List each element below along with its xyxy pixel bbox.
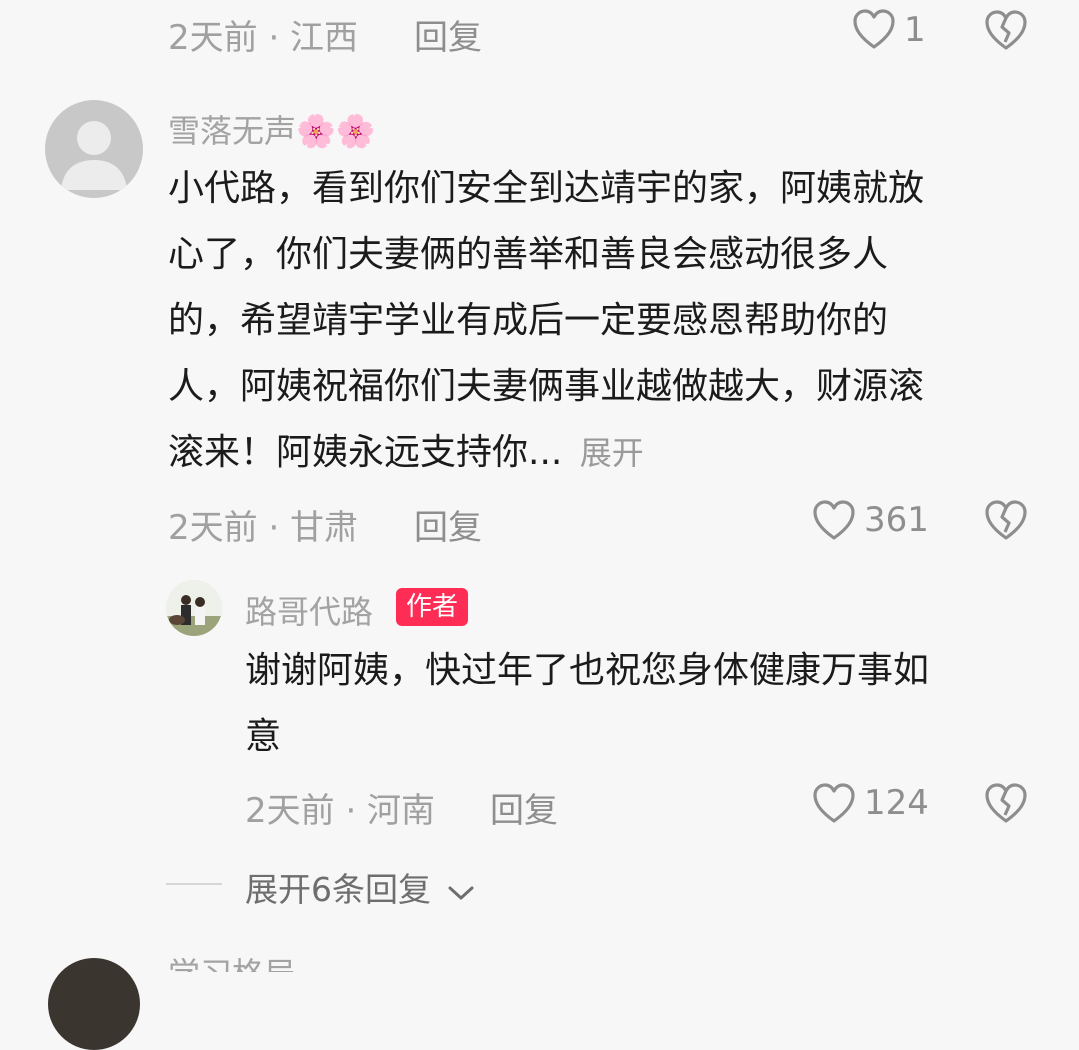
reply-button[interactable]: 回复 xyxy=(490,783,558,832)
comment-meta: 2天前 · 江西 xyxy=(168,18,359,58)
reply-button[interactable]: 回复 xyxy=(414,500,482,549)
dislike-button[interactable] xyxy=(984,782,1028,824)
comment-text-line: 滚来！阿姨永远支持你... xyxy=(168,432,563,473)
comment-text: 小代路，看到你们安全到达靖宇的家，阿姨就放 心了，你们夫妻俩的善举和善良会感动很… xyxy=(168,156,1048,486)
comment-text-last-line: 滚来！阿姨永远支持你... 展开 xyxy=(168,420,1048,486)
like-count: 124 xyxy=(864,783,929,823)
chevron-down-icon xyxy=(446,872,476,911)
reply-text: 谢谢阿姨，快过年了也祝您身体健康万事如 意 xyxy=(245,638,1045,770)
comment-text-line: 小代路，看到你们安全到达靖宇的家，阿姨就放 xyxy=(168,168,925,209)
author-badge: 作者 xyxy=(396,588,469,626)
broken-heart-icon xyxy=(984,9,1028,51)
like-button[interactable] xyxy=(812,782,856,824)
comment-meta: 2天前 · 甘肃 xyxy=(168,508,359,548)
like-button[interactable] xyxy=(852,8,896,50)
broken-heart-icon xyxy=(984,499,1028,541)
expand-replies-button[interactable]: 展开6条回复 xyxy=(245,863,476,911)
heart-icon xyxy=(852,8,896,50)
expand-replies-divider xyxy=(166,883,222,885)
reply-username[interactable]: 路哥代路 xyxy=(245,587,373,633)
expand-text-link[interactable]: 展开 xyxy=(580,434,644,472)
reply-meta: 2天前 · 河南 xyxy=(245,791,436,831)
dislike-button[interactable] xyxy=(984,499,1028,541)
dislike-button[interactable] xyxy=(984,9,1028,51)
author-photo-icon xyxy=(166,580,222,636)
avatar[interactable] xyxy=(45,100,143,198)
heart-icon xyxy=(812,782,856,824)
broken-heart-icon xyxy=(984,782,1028,824)
comment-text-line: 的，希望靖宇学业有成后一定要感恩帮助你的 xyxy=(168,300,889,341)
expand-replies-label: 展开6条回复 xyxy=(245,870,431,909)
heart-icon xyxy=(812,499,856,541)
like-count: 1 xyxy=(904,10,926,50)
comment-username[interactable]: 雪落无声🌸🌸 xyxy=(168,106,376,152)
default-avatar-icon xyxy=(61,121,127,190)
like-count: 361 xyxy=(864,500,929,540)
reply-button[interactable]: 回复 xyxy=(414,10,482,59)
comment-text-line: 人，阿姨祝福你们夫妻俩事业越做越大，财源滚 xyxy=(168,366,925,407)
reply-text-line: 谢谢阿姨，快过年了也祝您身体健康万事如 xyxy=(245,650,930,691)
next-comment-username[interactable]: 学习格局 xyxy=(168,958,296,972)
like-button[interactable] xyxy=(812,499,856,541)
author-avatar[interactable] xyxy=(166,580,222,636)
comment-text-line: 心了，你们夫妻俩的善举和善良会感动很多人 xyxy=(168,234,889,275)
reply-text-line: 意 xyxy=(245,716,282,757)
